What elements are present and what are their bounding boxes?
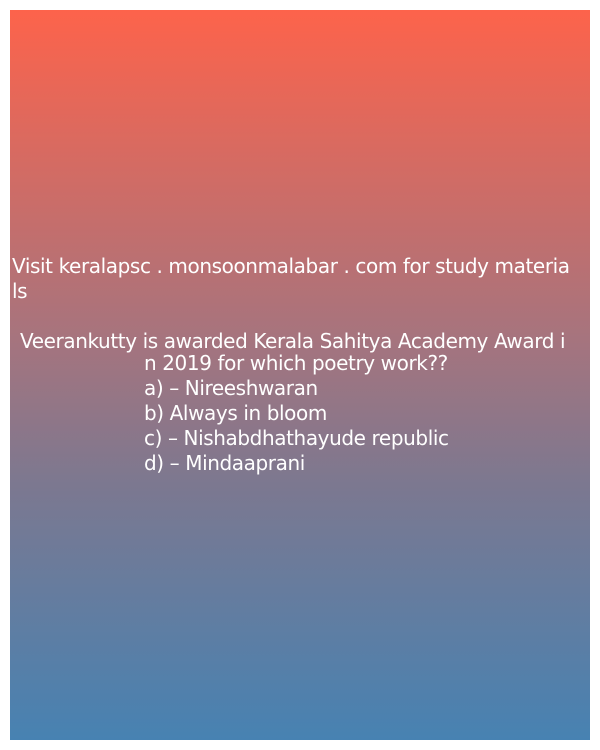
question-card: Visit keralapsc . monsoonmalabar . com f…: [10, 10, 590, 740]
option-c: c) – Nishabdhathayude republic: [144, 426, 449, 450]
visit-text-line-2: ls: [12, 279, 28, 303]
visit-text-line-1: Visit keralapsc . monsoonmalabar . com f…: [12, 254, 570, 278]
option-d: d) – Mindaaprani: [144, 451, 305, 475]
option-b: b) Always in bloom: [144, 401, 327, 425]
option-a: a) – Nireeshwaran: [144, 376, 318, 400]
question-text-line-2: n 2019 for which poetry work??: [144, 351, 448, 375]
